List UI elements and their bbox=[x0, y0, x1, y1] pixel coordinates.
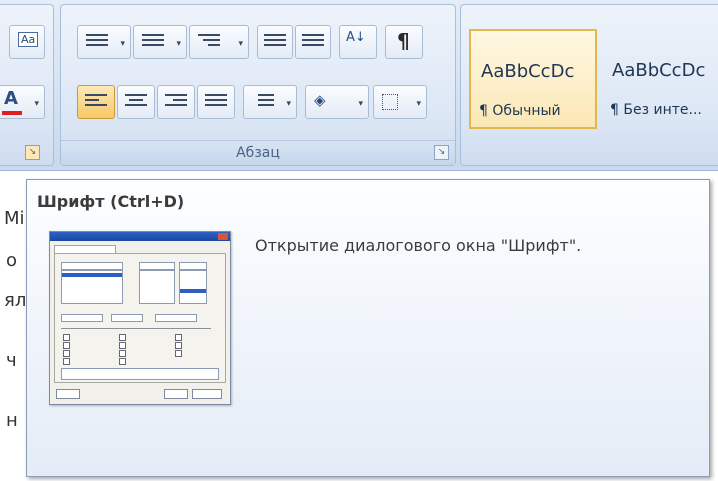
clear-formatting-button[interactable]: Aa bbox=[9, 25, 45, 59]
font-tooltip: Шрифт (Ctrl+D) Открытие диалогового окна… bbox=[26, 179, 710, 477]
chevron-down-icon: ▾ bbox=[176, 39, 181, 49]
chevron-down-icon: ▾ bbox=[286, 99, 291, 109]
shading-button[interactable]: ◈ ▾ bbox=[305, 85, 369, 119]
increase-indent-button[interactable] bbox=[295, 25, 331, 59]
paragraph-group-label: Абзац bbox=[61, 140, 455, 165]
style-name: ¶ Без инте... bbox=[610, 102, 702, 118]
font-group: Aa A ▾ ↘ bbox=[0, 4, 54, 166]
paragraph-dialog-launcher[interactable]: ↘ bbox=[434, 145, 449, 160]
bullets-icon bbox=[86, 34, 108, 49]
chevron-down-icon: ▾ bbox=[238, 39, 243, 49]
numbering-icon bbox=[142, 34, 164, 49]
font-color-icon: A bbox=[4, 88, 18, 109]
justify-button[interactable] bbox=[197, 85, 235, 119]
style-no-spacing[interactable]: AaBbCcDc ¶ Без инте... bbox=[601, 29, 718, 129]
document-text: о bbox=[6, 250, 18, 271]
align-left-button[interactable] bbox=[77, 85, 115, 119]
paragraph-group: ▾ ▾ ▾ A↓ ¶ ▾ ◈ ▾ ▾ Абзац ↘ bbox=[60, 4, 456, 166]
chevron-down-icon: ▾ bbox=[358, 99, 363, 109]
borders-icon bbox=[382, 94, 398, 110]
font-color-bar bbox=[2, 111, 22, 115]
line-spacing-button[interactable]: ▾ bbox=[243, 85, 297, 119]
font-dialog-launcher[interactable]: ↘ bbox=[25, 145, 40, 160]
style-sample: AaBbCcDc bbox=[612, 60, 706, 81]
multilevel-list-icon bbox=[198, 34, 220, 49]
font-dialog-preview-image bbox=[49, 231, 231, 405]
pilcrow-icon: ¶ bbox=[397, 29, 410, 53]
tooltip-title: Шрифт (Ctrl+D) bbox=[37, 192, 185, 211]
line-spacing-icon bbox=[258, 94, 274, 109]
numbering-button[interactable]: ▾ bbox=[133, 25, 187, 59]
align-center-button[interactable] bbox=[117, 85, 155, 119]
document-text: Mi bbox=[4, 208, 25, 229]
sort-button[interactable]: A↓ bbox=[339, 25, 377, 59]
align-right-icon bbox=[165, 94, 187, 109]
align-center-icon bbox=[125, 94, 147, 109]
style-sample: AaBbCcDc bbox=[481, 61, 575, 82]
bullets-button[interactable]: ▾ bbox=[77, 25, 131, 59]
style-name: ¶ Обычный bbox=[479, 103, 561, 119]
tooltip-description: Открытие диалогового окна "Шрифт". bbox=[255, 236, 582, 255]
show-formatting-marks-button[interactable]: ¶ bbox=[385, 25, 423, 59]
align-left-icon bbox=[85, 94, 107, 109]
chevron-down-icon: ▾ bbox=[120, 39, 125, 49]
document-text: н bbox=[6, 410, 18, 431]
document-text: ч bbox=[6, 350, 17, 371]
font-color-button[interactable]: A ▾ bbox=[0, 85, 45, 119]
ribbon: Aa A ▾ ↘ ▾ ▾ ▾ A↓ ¶ ▾ ◈ ▾ ▾ Абзац ↘ AaBb… bbox=[0, 0, 718, 171]
decrease-indent-button[interactable] bbox=[257, 25, 293, 59]
chevron-down-icon: ▾ bbox=[34, 99, 39, 109]
align-right-button[interactable] bbox=[157, 85, 195, 119]
clear-formatting-icon: Aa bbox=[18, 32, 39, 47]
document-text: ял bbox=[4, 290, 27, 311]
increase-indent-icon bbox=[302, 34, 324, 49]
sort-icon: A↓ bbox=[346, 30, 366, 45]
borders-button[interactable]: ▾ bbox=[373, 85, 427, 119]
justify-icon bbox=[205, 94, 227, 109]
styles-group: AaBbCcDc ¶ Обычный AaBbCcDc ¶ Без инте..… bbox=[460, 4, 718, 166]
multilevel-list-button[interactable]: ▾ bbox=[189, 25, 249, 59]
chevron-down-icon: ▾ bbox=[416, 99, 421, 109]
style-normal[interactable]: AaBbCcDc ¶ Обычный bbox=[469, 29, 597, 129]
decrease-indent-icon bbox=[264, 34, 286, 49]
paint-bucket-icon: ◈ bbox=[314, 91, 326, 109]
